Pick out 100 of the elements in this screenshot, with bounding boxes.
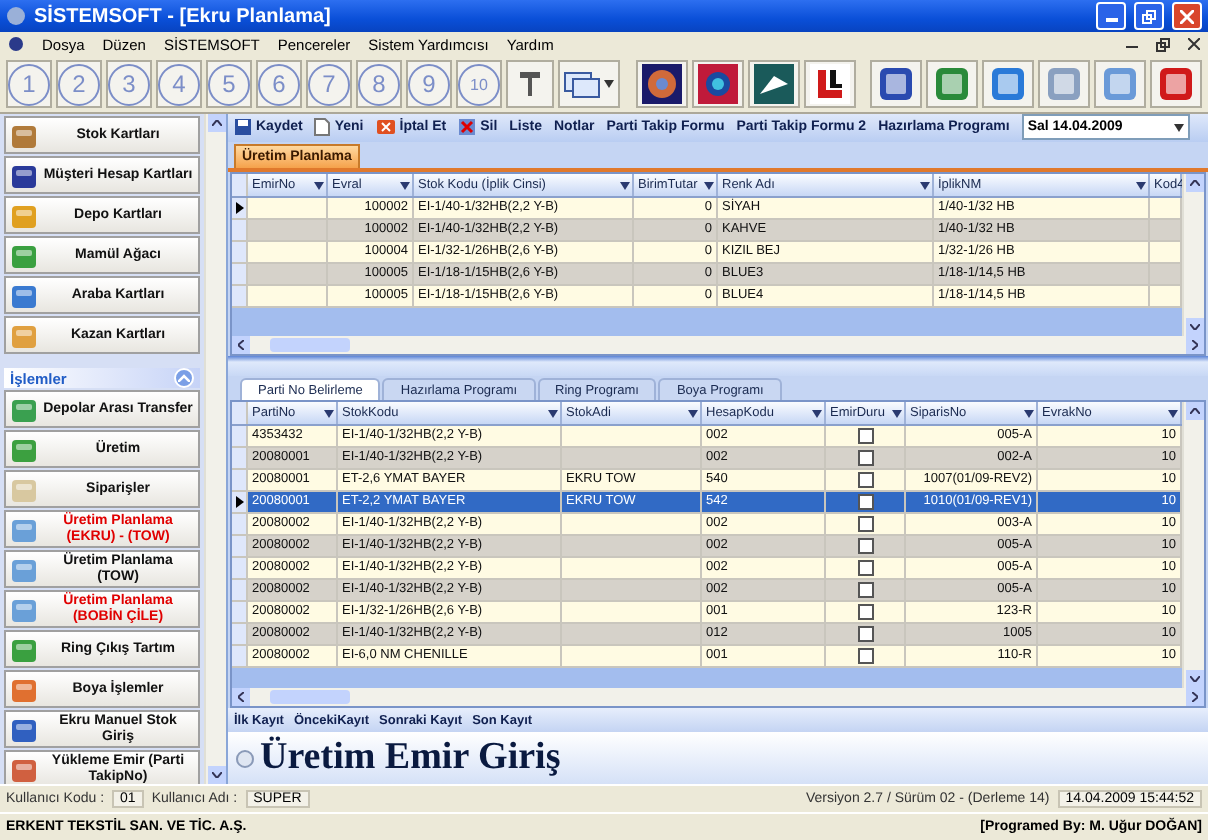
collapse-button[interactable] [174,368,194,388]
toolbar-button[interactable] [747,60,799,108]
calculator-icon [1044,64,1084,104]
close-icon[interactable] [1188,38,1200,50]
dropdown-arrow-icon[interactable] [400,181,410,189]
scroll-right-button[interactable] [1186,336,1204,354]
dropdown-arrow-icon[interactable] [1024,409,1034,417]
row-indicator[interactable] [232,198,248,218]
delete-icon [458,118,477,137]
chevron-down-icon [1189,676,1199,682]
power-icon [1156,64,1196,104]
tile-icon [10,715,38,743]
dropdown-arrow-icon[interactable] [324,409,334,417]
scroll-down-button[interactable] [207,766,225,784]
scrollbar[interactable] [1182,402,1204,688]
document-icon [876,64,916,104]
dropdown-arrow-icon[interactable] [688,409,698,417]
checkbox[interactable] [857,494,873,510]
browser-icon [988,64,1028,104]
row-pointer-icon [235,202,243,214]
chevron-up-icon [1189,408,1199,414]
scroll-up-button[interactable] [1185,174,1203,192]
tile-icon [10,435,38,463]
form-heading: Üretim Emir Giriş [260,736,561,780]
spreadsheet-icon [932,64,972,104]
logo-icon [809,64,849,104]
toolbar-button[interactable] [691,60,743,108]
scrollbar[interactable] [204,114,226,784]
dropdown-arrow-icon[interactable] [314,181,324,189]
restore-button[interactable] [1134,2,1164,30]
checkbox[interactable] [857,450,873,466]
close-button[interactable] [1172,2,1202,30]
chevron-left-icon [238,692,244,702]
checkbox[interactable] [857,428,873,444]
dropdown-arrow-icon[interactable] [620,181,630,189]
chevron-up-icon [211,120,221,126]
row-pointer-icon [235,496,243,508]
checkbox[interactable] [857,516,873,532]
toolbar-button[interactable] [870,60,922,108]
dropdown-arrow-icon[interactable] [1173,123,1184,132]
dropdown-arrow-icon[interactable] [1136,181,1146,189]
scrollbar[interactable] [1182,174,1204,336]
toolbar-button[interactable] [803,60,855,108]
scroll-thumb[interactable] [270,338,350,352]
checkbox[interactable] [857,538,873,554]
chevron-up-icon [178,374,190,382]
chevron-left-icon [238,340,244,350]
tile-icon [10,321,38,349]
tile-icon [10,241,38,269]
data-grid[interactable] [230,400,1206,708]
close-icon [1180,9,1194,23]
tile-icon [10,635,38,663]
data-grid[interactable] [230,172,1206,356]
checkbox[interactable] [857,648,873,664]
toolbar-button[interactable] [635,60,687,108]
scroll-up-button[interactable] [1185,402,1203,420]
chevron-right-icon [1192,340,1198,350]
window-list-button[interactable] [558,60,620,108]
dropdown-arrow-icon[interactable] [892,409,902,417]
dropdown-arrow-icon[interactable] [1168,409,1178,417]
dropdown-arrow-icon[interactable] [920,181,930,189]
tile-icon [10,161,38,189]
chevron-right-icon [1192,692,1198,702]
tile-icon [10,595,38,623]
scroll-left-button[interactable] [232,688,250,706]
tile-icon [10,281,38,309]
chevron-down-icon [1189,324,1199,330]
tile-icon [10,201,38,229]
checkbox[interactable] [857,604,873,620]
page-icon [314,118,331,137]
tile-icon [10,675,38,703]
dropdown-arrow-icon[interactable] [812,409,822,417]
checkbox[interactable] [857,582,873,598]
scroll-right-button[interactable] [1186,688,1204,706]
scrollbar[interactable] [232,336,1204,354]
tile-icon [10,121,38,149]
dropdown-arrow-icon[interactable] [548,409,558,417]
scroll-thumb[interactable] [270,690,350,704]
checkbox[interactable] [857,472,873,488]
tile-icon [10,475,38,503]
checkbox[interactable] [857,626,873,642]
bullet-icon [236,749,254,767]
chevron-down-icon [211,772,221,778]
cancel-icon [375,118,396,137]
windows-icon [564,71,600,97]
scroll-down-button[interactable] [1185,318,1203,336]
window-title: SİSTEMSOFT - [Ekru Planlama] [34,5,333,27]
ring-icon [697,64,737,104]
scrollbar[interactable] [232,688,1204,706]
dropdown-arrow-icon[interactable] [604,80,614,88]
scroll-down-button[interactable] [1185,670,1203,688]
scroll-up-button[interactable] [207,114,225,132]
dropdown-arrow-icon[interactable] [704,181,714,189]
row-indicator[interactable] [232,492,248,512]
scroll-left-button[interactable] [232,336,250,354]
tile-icon [10,395,38,423]
checkbox[interactable] [857,560,873,576]
toolbar-button[interactable] [506,60,554,108]
image-icon [1100,64,1140,104]
minimize-button[interactable] [1096,2,1126,30]
